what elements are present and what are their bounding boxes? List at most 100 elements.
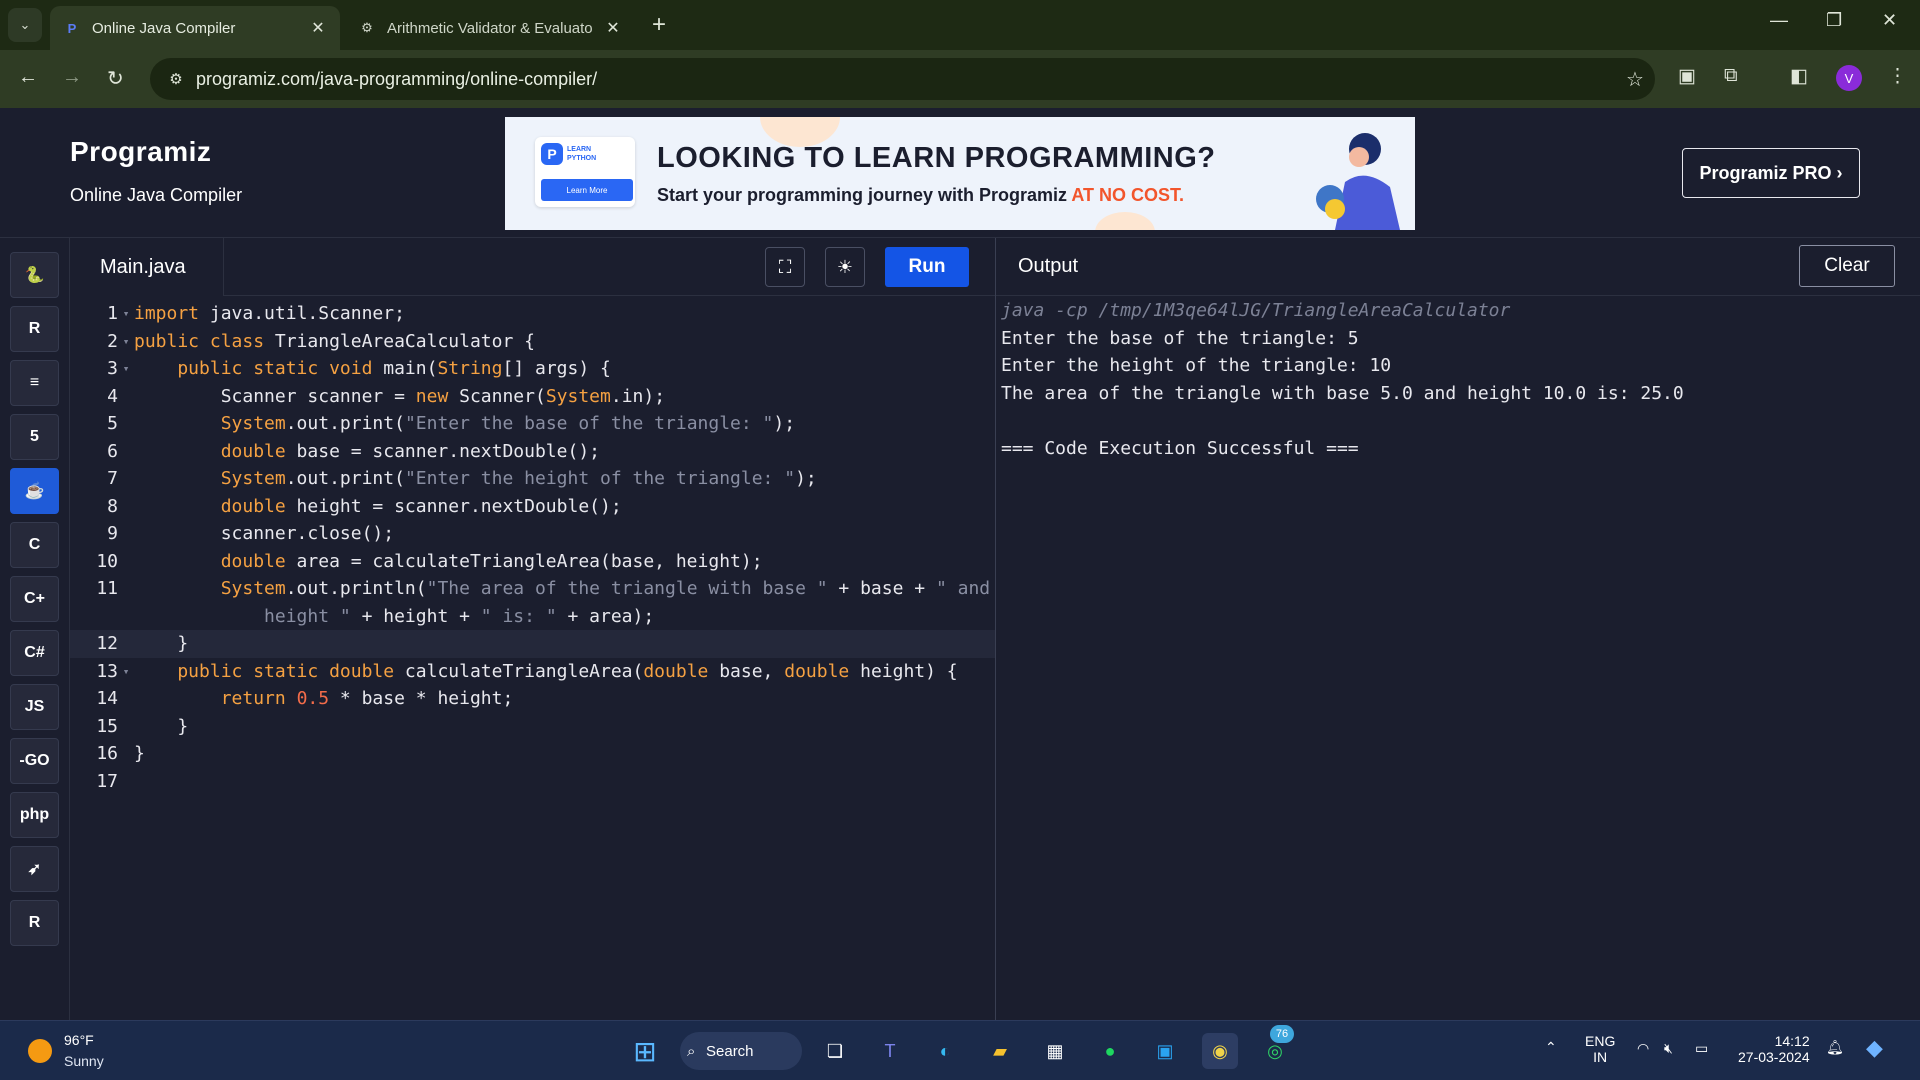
code-line[interactable]: height " + height + " is: " + area); — [70, 603, 995, 631]
programiz-logo[interactable]: Programiz — [70, 136, 211, 168]
new-tab-button[interactable]: + — [652, 11, 666, 39]
code-line[interactable]: 6 double base = scanner.nextDouble(); — [70, 438, 995, 466]
lang-go-icon[interactable]: -GO — [10, 738, 59, 784]
site-header: Programiz Online Java Compiler P LEARN PY… — [0, 108, 1920, 238]
code-line[interactable]: 17 — [70, 768, 995, 796]
code-line[interactable]: 1 ▾ import java.util.Scanner; — [70, 300, 995, 328]
run-button[interactable]: Run — [885, 247, 969, 287]
tab-search-button[interactable]: ⌄ — [8, 8, 42, 42]
code-line[interactable]: 7 System.out.print("Enter the height of … — [70, 465, 995, 493]
code-line[interactable]: 4 Scanner scanner = new Scanner(System.i… — [70, 383, 995, 411]
tab-arithmetic-validator[interactable]: ⚙ Arithmetic Validator & Evaluato ✕ — [345, 6, 635, 50]
lang-cpp-icon[interactable]: C+ — [10, 576, 59, 622]
close-tab-icon[interactable]: ✕ — [306, 18, 330, 38]
line-number: 8 — [107, 495, 118, 517]
forward-arrow-icon[interactable]: → — [62, 66, 82, 89]
code-line[interactable]: 8 double height = scanner.nextDouble(); — [70, 493, 995, 521]
file-explorer-icon[interactable]: ▰ — [982, 1033, 1018, 1069]
code-line[interactable]: 5 System.out.print("Enter the base of th… — [70, 410, 995, 438]
lang-java-icon[interactable]: ☕ — [10, 468, 59, 514]
code-line[interactable]: 16} — [70, 740, 995, 768]
line-number: 1 — [107, 303, 118, 325]
notification-bell-icon[interactable]: 🔔︎ — [1826, 1039, 1844, 1056]
code-line[interactable]: 9 scanner.close(); — [70, 520, 995, 548]
line-number: 14 — [96, 688, 118, 710]
extension-icon[interactable]: ▣ — [1678, 65, 1696, 88]
bookmark-star-icon[interactable]: ☆ — [1615, 67, 1655, 92]
code-line[interactable]: 14 return 0.5 * base * height; — [70, 685, 995, 713]
browser-toolbar: ← → ↻ ⚙ programiz.com/java-programming/o… — [0, 50, 1920, 108]
weather-condition[interactable]: Sunny — [64, 1053, 104, 1069]
ad-banner[interactable]: P LEARN PYTHON Learn More LOOKING TO LEAR… — [505, 117, 1415, 230]
restore-icon[interactable]: ❐ — [1826, 10, 1842, 31]
url-text[interactable]: programiz.com/java-programming/online-co… — [196, 69, 1615, 90]
whatsapp-badge: 76 — [1270, 1025, 1294, 1043]
lang-php-icon[interactable]: php — [10, 792, 59, 838]
code-token: System — [545, 385, 611, 407]
learn-python-badge-text: LEARN PYTHON — [567, 146, 597, 162]
site-info-icon[interactable]: ⚙ — [156, 70, 196, 88]
lang-r-icon[interactable]: R — [10, 306, 59, 352]
code-line[interactable]: 10 double area = calculateTriangleArea(b… — [70, 548, 995, 576]
code-editor[interactable]: 1 ▾ import java.util.Scanner; 2 ▾ public clas… — [70, 296, 995, 1020]
fold-arrow-icon[interactable]: ▾ — [118, 335, 134, 348]
lang-csharp-icon[interactable]: C# — [10, 630, 59, 676]
code-token: + base + — [827, 578, 936, 600]
app-icon[interactable]: ▣ — [1147, 1033, 1183, 1069]
code-line[interactable]: 13 ▾ public static double calculateTriang… — [70, 658, 995, 686]
fullscreen-icon[interactable]: ⛶ — [765, 247, 805, 287]
theme-toggle-sun-icon[interactable]: ☀ — [825, 247, 865, 287]
windows-start-icon[interactable]: ⊞ — [627, 1033, 663, 1069]
close-tab-icon[interactable]: ✕ — [601, 18, 625, 38]
lang-rust-icon[interactable]: R — [10, 900, 59, 946]
minimize-icon[interactable]: — — [1770, 10, 1788, 31]
code-token: double — [784, 660, 850, 682]
wifi-icon[interactable]: ◠ — [1637, 1040, 1649, 1057]
fold-arrow-icon[interactable]: ▾ — [118, 362, 134, 375]
teams-icon[interactable]: T — [872, 1033, 908, 1069]
lang-swift-icon[interactable]: ➶ — [10, 846, 59, 892]
file-tab-main-java[interactable]: Main.java — [70, 238, 224, 296]
battery-icon[interactable]: ▭ — [1695, 1040, 1708, 1057]
code-line[interactable]: 12 } — [70, 630, 995, 658]
copilot-icon[interactable]: ◆ — [1866, 1035, 1883, 1061]
windows-taskbar: 96°F Sunny ⊞ ⌕ Search ❏ T ◐ ▰ ▦ ● ▣ ◉ ◎ 7… — [0, 1020, 1920, 1080]
code-line[interactable]: 3 ▾ public static void main(String[] args… — [70, 355, 995, 383]
edge-icon[interactable]: ◐ — [927, 1033, 963, 1069]
language-indicator[interactable]: ENG IN — [1585, 1033, 1615, 1065]
lang-html-icon[interactable]: 5 — [10, 414, 59, 460]
profile-avatar[interactable]: V — [1836, 65, 1862, 91]
back-arrow-icon[interactable]: ← — [18, 66, 38, 89]
fold-arrow-icon[interactable]: ▾ — [118, 665, 134, 678]
close-window-icon[interactable]: ✕ — [1882, 10, 1897, 31]
code-line[interactable]: 11 System.out.println("The area of the t… — [70, 575, 995, 603]
show-hidden-icons-chevron-icon[interactable]: ⌃ — [1545, 1039, 1557, 1056]
microsoft-store-icon[interactable]: ▦ — [1037, 1033, 1073, 1069]
tab-online-java-compiler[interactable]: P Online Java Compiler ✕ — [50, 6, 340, 50]
volume-muted-icon[interactable]: 🔇︎ — [1664, 1040, 1673, 1057]
clear-button[interactable]: Clear — [1799, 245, 1895, 287]
code-line[interactable]: 15 } — [70, 713, 995, 741]
more-menu-icon[interactable]: ⋮ — [1888, 65, 1907, 88]
sun-weather-icon[interactable] — [28, 1039, 52, 1063]
code-text: double area = calculateTriangleArea(base… — [134, 551, 763, 572]
learn-more-button[interactable]: Learn More — [541, 179, 633, 201]
address-bar[interactable]: ⚙ programiz.com/java-programming/online-… — [150, 58, 1655, 100]
code-token: height = scanner.nextDouble(); — [285, 495, 622, 517]
code-line[interactable]: 2 ▾ public class TriangleAreaCalculator { — [70, 328, 995, 356]
programiz-pro-button[interactable]: Programiz PRO › — [1682, 148, 1860, 198]
reload-icon[interactable]: ↻ — [107, 66, 124, 91]
lang-python-icon[interactable]: 🐍 — [10, 252, 59, 298]
lang-c-icon[interactable]: C — [10, 522, 59, 568]
task-view-icon[interactable]: ❏ — [817, 1033, 853, 1069]
clock[interactable]: 14:12 27-03-2024 — [1738, 1033, 1810, 1065]
chrome-icon[interactable]: ◉ — [1202, 1033, 1238, 1069]
fold-arrow-icon[interactable]: ▾ — [118, 307, 134, 320]
weather-temperature[interactable]: 96°F — [64, 1032, 94, 1048]
spotify-icon[interactable]: ● — [1092, 1033, 1128, 1069]
lang-sql-icon[interactable]: ≡ — [10, 360, 59, 406]
lang-javascript-icon[interactable]: JS — [10, 684, 59, 730]
side-panel-icon[interactable]: ◧ — [1790, 65, 1808, 88]
taskbar-search[interactable]: ⌕ Search — [680, 1032, 802, 1070]
puzzle-extensions-icon[interactable]: ⧉ — [1724, 65, 1738, 87]
